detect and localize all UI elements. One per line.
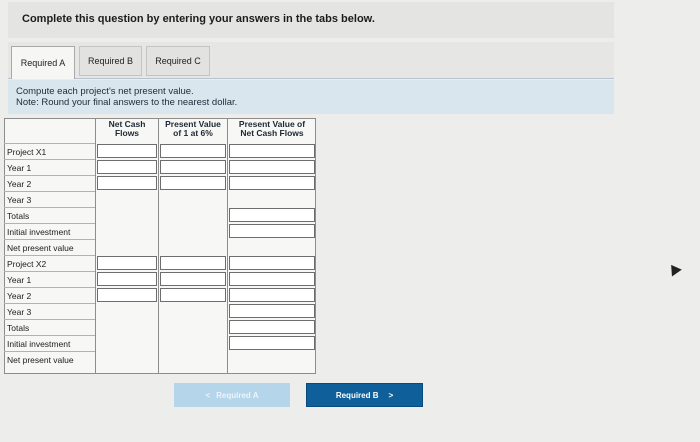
amount-input[interactable] [229,256,315,270]
amount-input[interactable] [160,160,226,174]
row-label: Totals [4,319,95,335]
row-label: Initial investment [4,335,95,351]
instructions-banner: Compute each project's net present value… [8,80,614,114]
next-tab-button[interactable]: Required B > [306,383,423,407]
next-tab-label: Required B [335,390,379,400]
row-label: Year 3 [4,303,95,319]
amount-input[interactable] [160,176,226,190]
column-divider [158,118,159,374]
row-label: Year 1 [4,271,95,287]
amount-input[interactable] [97,256,157,270]
amount-input[interactable] [97,144,157,158]
amount-input[interactable] [160,144,226,158]
amount-input[interactable] [229,208,315,222]
amount-input[interactable] [229,272,315,286]
rounding-note: Note: Round your final answers to the ne… [16,97,238,108]
tab-bar: Required A Required B Required C [8,42,614,79]
amount-input[interactable] [229,320,315,334]
question-prompt: Complete this question by entering your … [22,13,375,25]
mouse-cursor-icon [666,261,682,277]
question-header: Complete this question by entering your … [8,2,614,38]
row-label: Year 2 [4,287,95,303]
amount-input[interactable] [229,160,315,174]
row-label: Net present value [4,351,95,367]
row-label: Year 3 [4,191,95,207]
amount-input[interactable] [160,272,226,286]
amount-input[interactable] [229,224,315,238]
amount-input[interactable] [97,288,157,302]
chevron-right-icon: > [388,390,394,400]
amount-input[interactable] [97,272,157,286]
row-label: Year 1 [4,159,95,175]
instruction-text: Compute each project's net present value… [16,86,194,97]
previous-tab-label: Required A [216,390,259,400]
amount-input[interactable] [229,336,315,350]
amount-input[interactable] [97,176,157,190]
tab-required-a[interactable]: Required A [11,46,75,79]
amount-input[interactable] [160,288,226,302]
row-label: Initial investment [4,223,95,239]
amount-input[interactable] [160,256,226,270]
tab-required-b[interactable]: Required B [79,46,142,76]
column-header-net-cash-flows: Net Cash Flows [108,119,146,138]
column-header-pv-net-cash-flows: Present Value of Net Cash Flows [238,119,306,138]
column-divider [95,118,96,374]
row-label: Net present value [4,239,95,255]
tab-required-c[interactable]: Required C [146,46,210,76]
amount-input[interactable] [97,160,157,174]
row-label: Project X1 [4,143,95,159]
column-header-pv-factor: Present Value of 1 at 6% [165,119,221,138]
amount-input[interactable] [229,144,315,158]
amount-input[interactable] [229,288,315,302]
column-divider [227,118,228,374]
previous-tab-button[interactable]: < Required A [174,383,290,407]
amount-input[interactable] [229,304,315,318]
row-label: Year 2 [4,175,95,191]
row-label: Project X2 [4,255,95,271]
amount-input[interactable] [229,176,315,190]
row-label: Totals [4,207,95,223]
chevron-left-icon: < [205,390,211,400]
